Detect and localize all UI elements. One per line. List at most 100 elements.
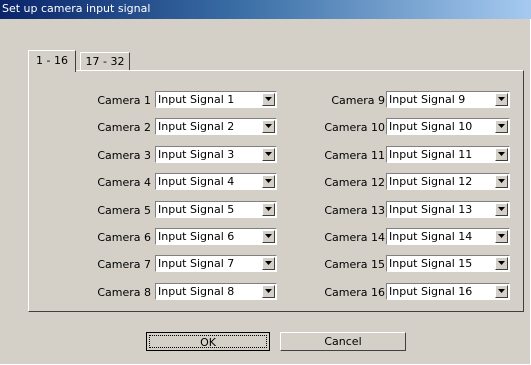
select-value: Input Signal 12 bbox=[389, 175, 473, 188]
select-value: Input Signal 2 bbox=[158, 120, 235, 133]
camera-row-11: Camera 11 Input Signal 11 bbox=[279, 146, 524, 164]
dropdown-arrow-button[interactable] bbox=[495, 148, 508, 161]
dropdown-arrow-button[interactable] bbox=[495, 93, 508, 106]
chevron-down-icon bbox=[498, 207, 505, 211]
chevron-down-icon bbox=[498, 289, 505, 293]
camera-row-1: Camera 1 Input Signal 1 bbox=[29, 91, 279, 109]
ok-button-label: OK bbox=[149, 335, 267, 349]
camera-row-6: Camera 6 Input Signal 6 bbox=[29, 228, 279, 246]
select-value: Input Signal 14 bbox=[389, 230, 473, 243]
dropdown-arrow-button[interactable] bbox=[495, 120, 508, 133]
dropdown-arrow-button[interactable] bbox=[495, 203, 508, 216]
tab-1-16[interactable]: 1 - 16 bbox=[28, 50, 76, 72]
input-signal-select-7[interactable]: Input Signal 7 bbox=[155, 255, 277, 272]
camera-row-2: Camera 2 Input Signal 2 bbox=[29, 118, 279, 136]
chevron-down-icon bbox=[265, 97, 272, 101]
input-signal-select-13[interactable]: Input Signal 13 bbox=[386, 201, 510, 218]
chevron-down-icon bbox=[265, 124, 272, 128]
dropdown-arrow-button[interactable] bbox=[262, 120, 275, 133]
camera-label: Camera 10 bbox=[324, 121, 385, 134]
camera-row-16: Camera 16 Input Signal 16 bbox=[279, 283, 524, 301]
camera-label: Camera 6 bbox=[97, 231, 151, 244]
camera-label: Camera 8 bbox=[97, 286, 151, 299]
camera-row-15: Camera 15 Input Signal 15 bbox=[279, 255, 524, 273]
dropdown-arrow-button[interactable] bbox=[262, 93, 275, 106]
dropdown-arrow-button[interactable] bbox=[262, 175, 275, 188]
camera-label: Camera 2 bbox=[97, 121, 151, 134]
dropdown-arrow-button[interactable] bbox=[495, 285, 508, 298]
camera-row-9: Camera 9 Input Signal 9 bbox=[279, 91, 524, 109]
chevron-down-icon bbox=[498, 124, 505, 128]
select-value: Input Signal 7 bbox=[158, 257, 235, 270]
camera-label: Camera 12 bbox=[324, 176, 385, 189]
chevron-down-icon bbox=[498, 152, 505, 156]
input-signal-select-14[interactable]: Input Signal 14 bbox=[386, 228, 510, 245]
dropdown-arrow-button[interactable] bbox=[495, 175, 508, 188]
input-signal-select-2[interactable]: Input Signal 2 bbox=[155, 118, 277, 135]
camera-label: Camera 5 bbox=[97, 204, 151, 217]
input-signal-select-8[interactable]: Input Signal 8 bbox=[155, 283, 277, 300]
cancel-button[interactable]: Cancel bbox=[280, 332, 406, 351]
select-value: Input Signal 3 bbox=[158, 148, 235, 161]
dropdown-arrow-button[interactable] bbox=[495, 230, 508, 243]
camera-row-12: Camera 12 Input Signal 12 bbox=[279, 173, 524, 191]
chevron-down-icon bbox=[498, 179, 505, 183]
input-signal-select-12[interactable]: Input Signal 12 bbox=[386, 173, 510, 190]
camera-row-13: Camera 13 Input Signal 13 bbox=[279, 201, 524, 219]
input-signal-select-15[interactable]: Input Signal 15 bbox=[386, 255, 510, 272]
camera-row-14: Camera 14 Input Signal 14 bbox=[279, 228, 524, 246]
input-signal-select-6[interactable]: Input Signal 6 bbox=[155, 228, 277, 245]
camera-label: Camera 1 bbox=[97, 94, 151, 107]
dropdown-arrow-button[interactable] bbox=[262, 230, 275, 243]
chevron-down-icon bbox=[265, 234, 272, 238]
select-value: Input Signal 13 bbox=[389, 203, 473, 216]
chevron-down-icon bbox=[265, 261, 272, 265]
ok-button[interactable]: OK bbox=[146, 332, 270, 351]
camera-label: Camera 9 bbox=[331, 94, 385, 107]
title-bar[interactable]: Set up camera input signal bbox=[0, 0, 531, 19]
chevron-down-icon bbox=[265, 289, 272, 293]
chevron-down-icon bbox=[265, 152, 272, 156]
dropdown-arrow-button[interactable] bbox=[262, 148, 275, 161]
camera-row-5: Camera 5 Input Signal 5 bbox=[29, 201, 279, 219]
input-signal-select-3[interactable]: Input Signal 3 bbox=[155, 146, 277, 163]
input-signal-select-1[interactable]: Input Signal 1 bbox=[155, 91, 277, 108]
camera-label: Camera 16 bbox=[324, 286, 385, 299]
input-signal-select-5[interactable]: Input Signal 5 bbox=[155, 201, 277, 218]
tab-17-32[interactable]: 17 - 32 bbox=[80, 52, 130, 71]
select-value: Input Signal 9 bbox=[389, 93, 466, 106]
input-signal-select-16[interactable]: Input Signal 16 bbox=[386, 283, 510, 300]
dropdown-arrow-button[interactable] bbox=[262, 285, 275, 298]
camera-label: Camera 4 bbox=[97, 176, 151, 189]
camera-row-3: Camera 3 Input Signal 3 bbox=[29, 146, 279, 164]
input-signal-select-4[interactable]: Input Signal 4 bbox=[155, 173, 277, 190]
chevron-down-icon bbox=[498, 234, 505, 238]
camera-label: Camera 13 bbox=[324, 204, 385, 217]
select-value: Input Signal 15 bbox=[389, 257, 473, 270]
input-signal-select-11[interactable]: Input Signal 11 bbox=[386, 146, 510, 163]
select-value: Input Signal 11 bbox=[389, 148, 473, 161]
camera-row-7: Camera 7 Input Signal 7 bbox=[29, 255, 279, 273]
camera-label: Camera 14 bbox=[324, 231, 385, 244]
dropdown-arrow-button[interactable] bbox=[262, 257, 275, 270]
chevron-down-icon bbox=[265, 207, 272, 211]
camera-label: Camera 11 bbox=[324, 149, 385, 162]
input-signal-select-9[interactable]: Input Signal 9 bbox=[386, 91, 510, 108]
camera-label: Camera 7 bbox=[97, 258, 151, 271]
select-value: Input Signal 16 bbox=[389, 285, 473, 298]
tab-panel: Camera 1 Input Signal 1 Camera 2 Input S… bbox=[28, 70, 524, 312]
window-title: Set up camera input signal bbox=[2, 2, 151, 15]
camera-row-10: Camera 10 Input Signal 10 bbox=[279, 118, 524, 136]
select-value: Input Signal 6 bbox=[158, 230, 235, 243]
select-value: Input Signal 1 bbox=[158, 93, 235, 106]
camera-row-4: Camera 4 Input Signal 4 bbox=[29, 173, 279, 191]
camera-label: Camera 3 bbox=[97, 149, 151, 162]
input-signal-select-10[interactable]: Input Signal 10 bbox=[386, 118, 510, 135]
select-value: Input Signal 10 bbox=[389, 120, 473, 133]
chevron-down-icon bbox=[498, 97, 505, 101]
select-value: Input Signal 8 bbox=[158, 285, 235, 298]
select-value: Input Signal 5 bbox=[158, 203, 235, 216]
camera-row-8: Camera 8 Input Signal 8 bbox=[29, 283, 279, 301]
dropdown-arrow-button[interactable] bbox=[262, 203, 275, 216]
dropdown-arrow-button[interactable] bbox=[495, 257, 508, 270]
